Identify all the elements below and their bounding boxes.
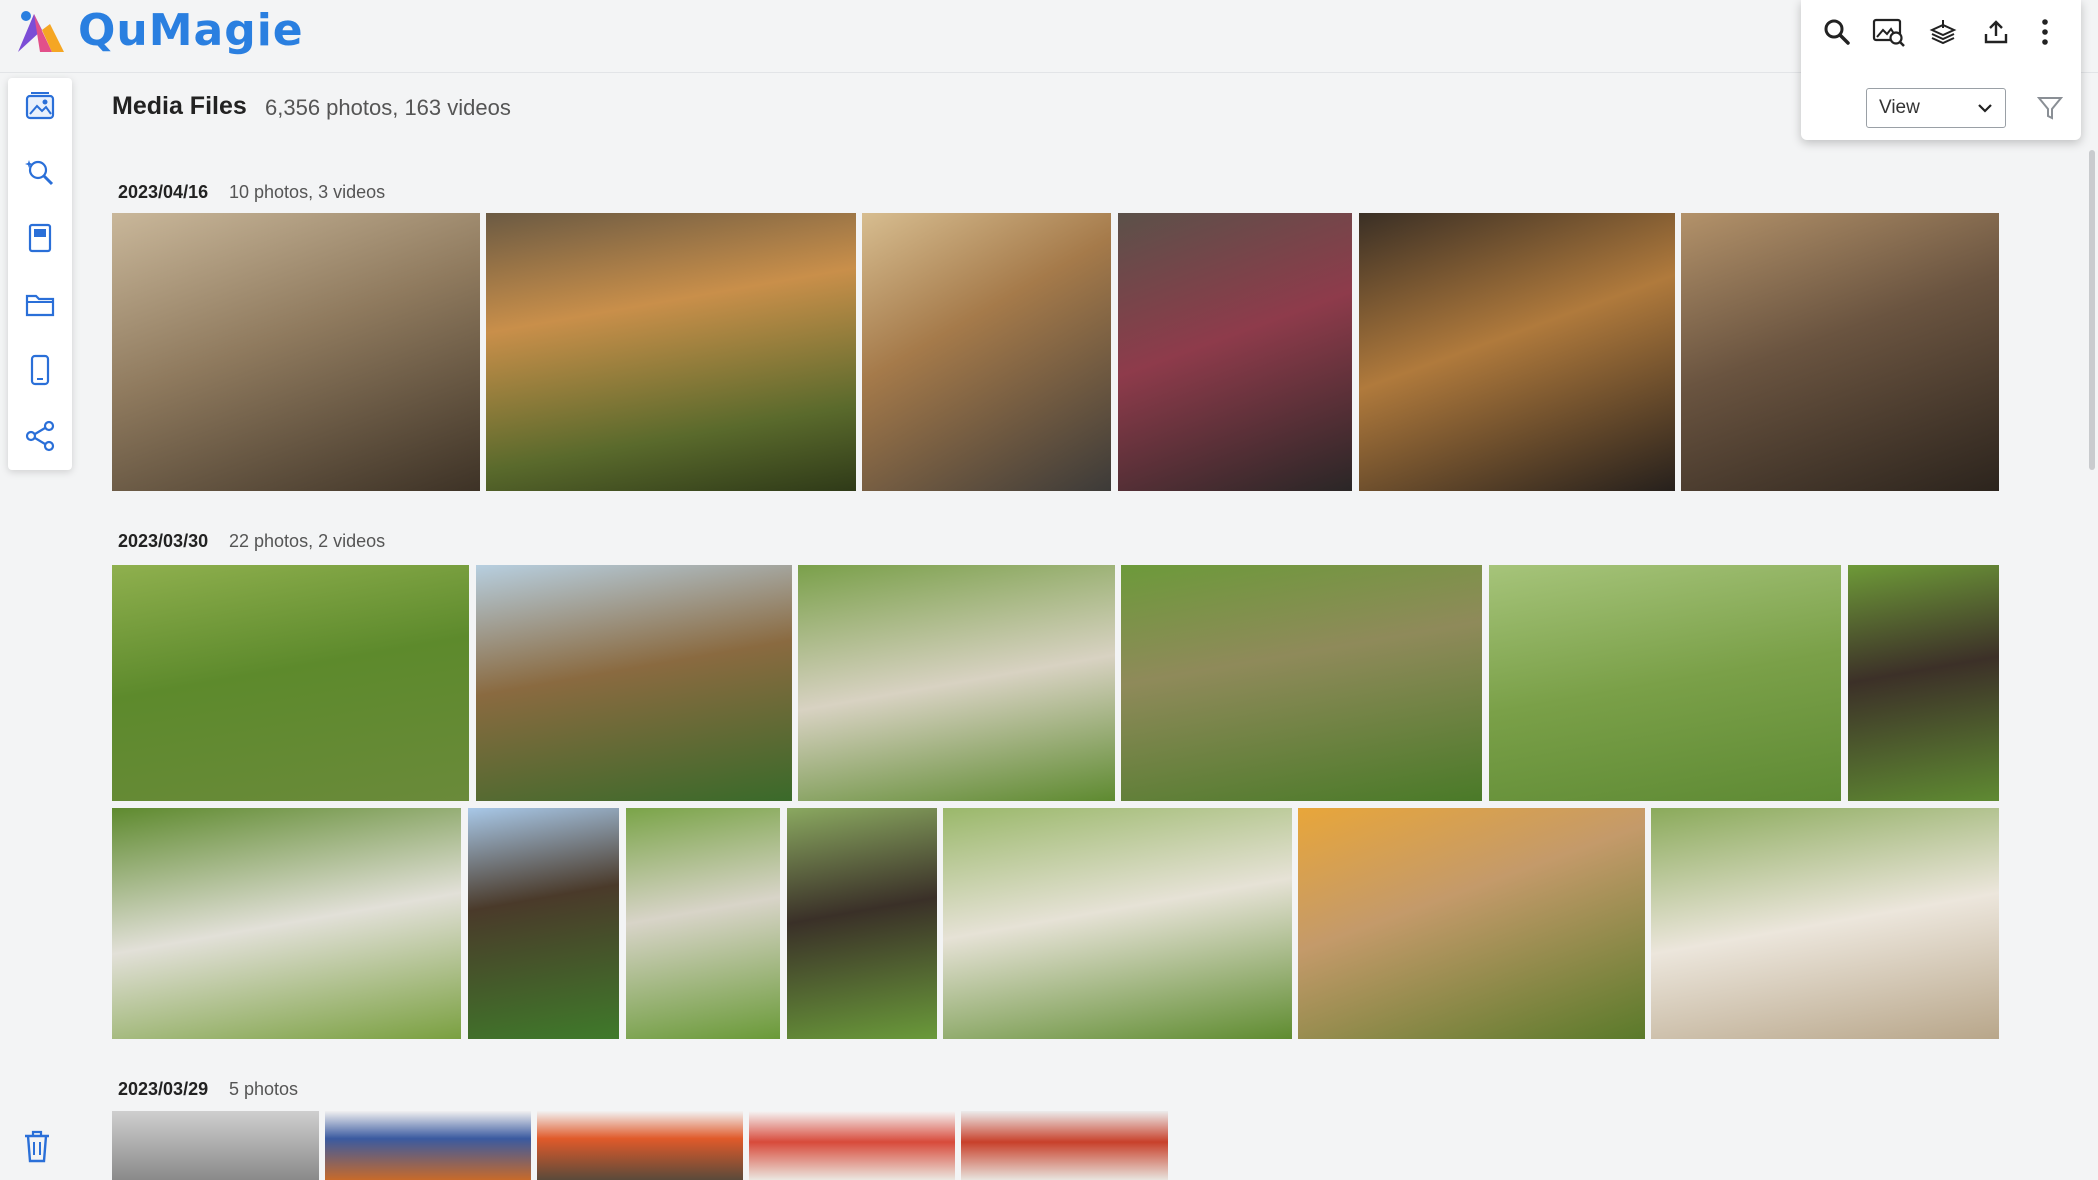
photo-thumbnail[interactable] — [486, 213, 856, 491]
photo-thumbnail[interactable] — [112, 1111, 319, 1180]
filter-icon — [2036, 97, 2064, 120]
search-button[interactable] — [1819, 14, 1855, 50]
photo-thumbnail[interactable] — [1681, 213, 1999, 491]
photo-thumbnail[interactable] — [1489, 565, 1841, 801]
photo-thumbnail[interactable] — [476, 565, 792, 801]
app-logo[interactable]: QuMagie — [12, 4, 304, 56]
image-search-icon — [1872, 18, 1905, 47]
photo-thumbnail[interactable] — [1848, 565, 1999, 801]
photo-thumbnail[interactable] — [1121, 565, 1482, 801]
scrollbar-thumb[interactable] — [2089, 150, 2095, 470]
smart-album-icon — [25, 160, 54, 186]
share-icon — [25, 420, 55, 452]
photo-thumbnail[interactable] — [1118, 213, 1352, 491]
trash-button[interactable] — [22, 1128, 58, 1168]
photo-thumbnail[interactable] — [1359, 213, 1675, 491]
photo-thumbnail[interactable] — [961, 1111, 1168, 1180]
photos-icon — [25, 92, 55, 120]
page-media-count: 6,356 photos, 163 videos — [265, 95, 511, 120]
photo-thumbnail[interactable] — [626, 808, 780, 1039]
photo-thumbnail[interactable] — [112, 213, 480, 491]
search-icon — [1824, 19, 1850, 45]
stack-icon — [1929, 20, 1957, 45]
sidebar-item-albums[interactable] — [22, 220, 58, 256]
trash-icon — [25, 1130, 49, 1163]
more-button[interactable] — [2027, 14, 2063, 50]
group-count: 22 photos, 2 videos — [229, 531, 386, 551]
sidebar-item-shared[interactable] — [22, 418, 58, 454]
photo-thumbnail[interactable] — [112, 808, 461, 1039]
sidebar-item-folders[interactable] — [22, 286, 58, 322]
qumagie-logo-icon — [18, 11, 64, 52]
photo-thumbnail[interactable] — [862, 213, 1111, 491]
album-icon — [28, 223, 52, 253]
photo-thumbnail[interactable] — [943, 808, 1292, 1039]
photo-thumbnail[interactable] — [112, 565, 469, 801]
photo-thumbnail[interactable] — [468, 808, 619, 1039]
image-search-button[interactable] — [1871, 14, 1907, 50]
upload-icon — [1984, 20, 2008, 44]
photo-thumbnail[interactable] — [1298, 808, 1645, 1039]
sidebar — [8, 78, 72, 470]
group-count: 5 photos — [229, 1079, 299, 1099]
group-count: 10 photos, 3 videos — [229, 182, 386, 202]
more-vertical-icon — [2042, 19, 2048, 45]
group-date: 2023/04/16 — [118, 182, 209, 202]
photo-thumbnail[interactable] — [798, 565, 1115, 801]
sidebar-item-mobile-devices[interactable] — [22, 352, 58, 388]
stack-button[interactable] — [1925, 14, 1961, 50]
photo-thumbnail[interactable] — [787, 808, 937, 1039]
top-bar: QuMagie — [0, 0, 2098, 73]
group-date: 2023/03/30 — [118, 531, 209, 551]
folder-icon — [25, 294, 55, 317]
photo-thumbnail[interactable] — [749, 1111, 955, 1180]
sidebar-item-photos[interactable] — [22, 88, 58, 124]
photo-thumbnail[interactable] — [537, 1111, 743, 1180]
upload-button[interactable] — [1978, 14, 2014, 50]
mobile-device-icon — [30, 354, 50, 386]
app-name: QuMagie — [78, 4, 304, 56]
media-content: Media Files 6,356 photos, 163 videos 202… — [112, 72, 2002, 1180]
page-title: Media Files — [112, 92, 247, 120]
sidebar-item-smart-album[interactable] — [22, 154, 58, 190]
group-date: 2023/03/29 — [118, 1079, 209, 1099]
photo-thumbnail[interactable] — [325, 1111, 531, 1180]
filter-button[interactable] — [2036, 94, 2064, 122]
photo-thumbnail[interactable] — [1651, 808, 1999, 1039]
